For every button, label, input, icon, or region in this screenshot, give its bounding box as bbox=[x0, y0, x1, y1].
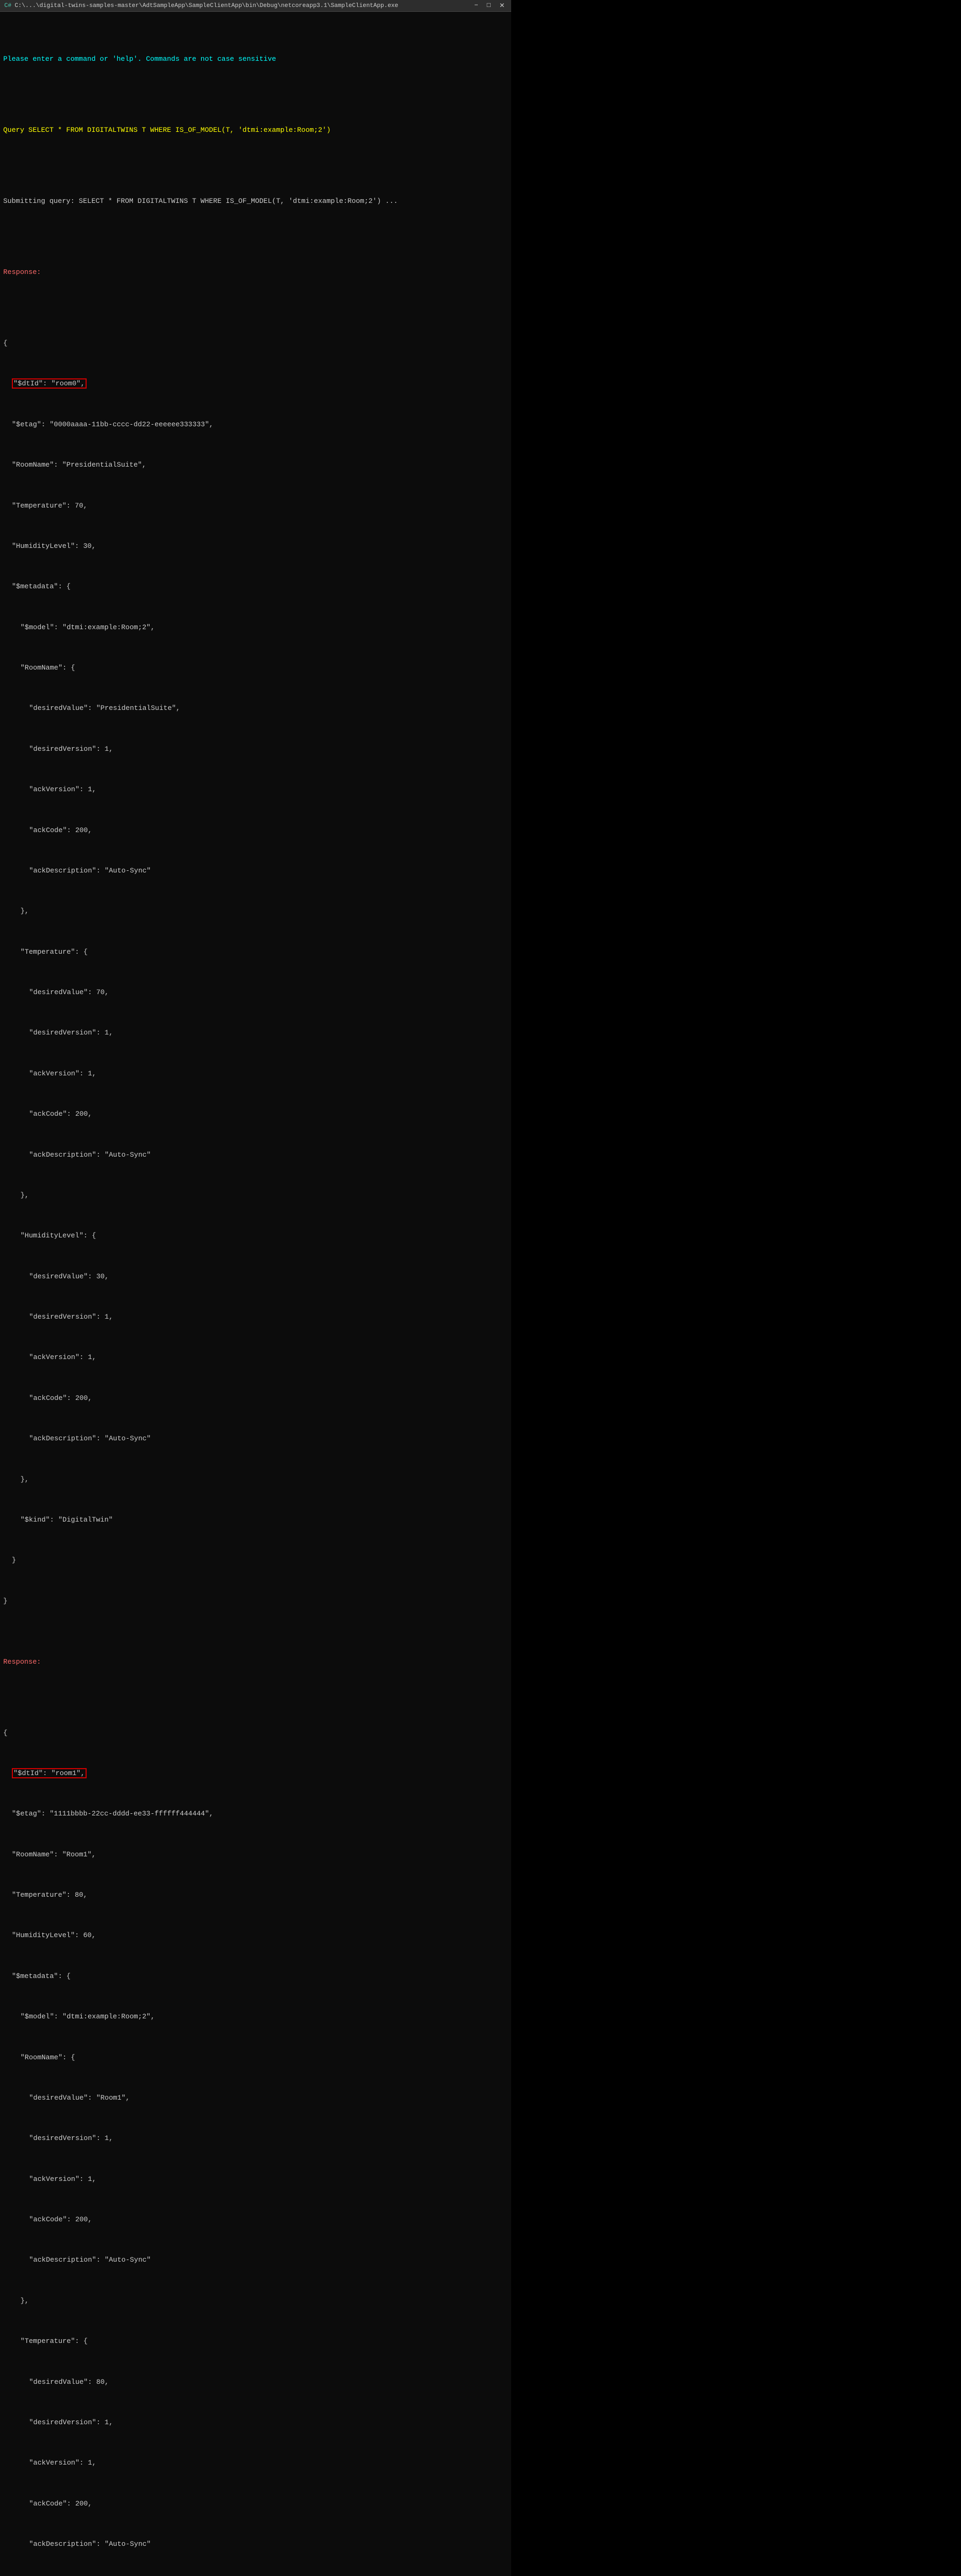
response-label-2: Response: bbox=[3, 1657, 508, 1667]
room1-dtid: "$dtId": "room1", bbox=[12, 1769, 508, 1779]
room0-humidity-meta-open: "HumidityLevel": { bbox=[20, 1231, 508, 1241]
room0-close-brace: } bbox=[3, 1596, 508, 1607]
room0-etag: "$etag": "0000aaaa-11bb-cccc-dd22-eeeeee… bbox=[12, 420, 508, 430]
room1-model: "$model": "dtmi:example:Room;2", bbox=[20, 2012, 508, 2022]
room1-desired-version-temp: "desiredVersion": 1, bbox=[29, 2418, 508, 2428]
room0-temperature-close: }, bbox=[20, 1191, 508, 1201]
room0-ack-code-humidity: "ackCode": 200, bbox=[29, 1393, 508, 1404]
title-text: C:\...\digital-twins-samples-master\AdtS… bbox=[15, 3, 398, 9]
room0-metadata-open: "$metadata": { bbox=[12, 582, 508, 592]
room0-metadata-close: } bbox=[12, 1556, 508, 1566]
room0-desired-value-temp: "desiredValue": 70, bbox=[29, 988, 508, 998]
room0-roomname-top: "RoomName": "PresidentialSuite", bbox=[12, 460, 508, 470]
help-prompt-top: Please enter a command or 'help'. Comman… bbox=[3, 54, 508, 65]
room1-temperature-meta-open: "Temperature": { bbox=[20, 2336, 508, 2347]
room1-dtid-highlight: "$dtId": "room1", bbox=[12, 1768, 87, 1778]
room1-temperature-top: "Temperature": 80, bbox=[12, 1890, 508, 1901]
room1-desired-version-roomname: "desiredVersion": 1, bbox=[29, 2134, 508, 2144]
room0-ack-desc-roomname: "ackDescription": "Auto-Sync" bbox=[29, 866, 508, 876]
room0-desired-version-humidity: "desiredVersion": 1, bbox=[29, 1312, 508, 1322]
room0-kind: "$kind": "DigitalTwin" bbox=[20, 1515, 508, 1525]
room1-desired-value-temp: "desiredValue": 80, bbox=[29, 2377, 508, 2388]
minimize-button[interactable]: − bbox=[472, 2, 480, 10]
room1-roomname-meta-open: "RoomName": { bbox=[20, 2053, 508, 2063]
room0-model: "$model": "dtmi:example:Room;2", bbox=[20, 623, 508, 633]
room1-metadata-open: "$metadata": { bbox=[12, 1972, 508, 1982]
room0-humidity-top: "HumidityLevel": 30, bbox=[12, 541, 508, 552]
room1-ack-desc-temp: "ackDescription": "Auto-Sync" bbox=[29, 2539, 508, 2550]
room1-roomname-top: "RoomName": "Room1", bbox=[12, 1850, 508, 1860]
window-titlebar: C# C:\...\digital-twins-samples-master\A… bbox=[0, 0, 511, 12]
room0-desired-version-temp: "desiredVersion": 1, bbox=[29, 1028, 508, 1038]
room0-desired-version-roomname: "desiredVersion": 1, bbox=[29, 744, 508, 755]
room1-roomname-close: }, bbox=[20, 2296, 508, 2306]
room0-ack-version-temp: "ackVersion": 1, bbox=[29, 1069, 508, 1079]
room0-temperature-top: "Temperature": 70, bbox=[12, 501, 508, 511]
room1-desired-value-roomname: "desiredValue": "Room1", bbox=[29, 2093, 508, 2103]
room0-ack-version-roomname: "ackVersion": 1, bbox=[29, 785, 508, 795]
room1-ack-desc-roomname: "ackDescription": "Auto-Sync" bbox=[29, 2255, 508, 2265]
room0-ack-desc-temp: "ackDescription": "Auto-Sync" bbox=[29, 1150, 508, 1160]
close-button[interactable]: ✕ bbox=[497, 2, 507, 10]
room0-ack-version-humidity: "ackVersion": 1, bbox=[29, 1353, 508, 1363]
room0-temperature-meta-open: "Temperature": { bbox=[20, 947, 508, 958]
room0-open-brace: { bbox=[3, 339, 508, 349]
room0-dtid: "$dtId": "room0", bbox=[12, 379, 508, 389]
room0-desired-value-humidity: "desiredValue": 30, bbox=[29, 1272, 508, 1282]
room0-ack-code-roomname: "ackCode": 200, bbox=[29, 826, 508, 836]
room1-ack-version-roomname: "ackVersion": 1, bbox=[29, 2174, 508, 2185]
room0-roomname-meta-open: "RoomName": { bbox=[20, 663, 508, 673]
submitting-line: Submitting query: SELECT * FROM DIGITALT… bbox=[3, 196, 508, 207]
room1-ack-code-temp: "ackCode": 200, bbox=[29, 2499, 508, 2509]
response-label-1: Response: bbox=[3, 268, 508, 278]
cmd-icon: C# bbox=[4, 3, 11, 9]
room1-ack-code-roomname: "ackCode": 200, bbox=[29, 2215, 508, 2225]
room0-ack-code-temp: "ackCode": 200, bbox=[29, 1109, 508, 1120]
terminal-output: Please enter a command or 'help'. Comman… bbox=[0, 12, 511, 2576]
room1-etag: "$etag": "1111bbbb-22cc-dddd-ee33-ffffff… bbox=[12, 1809, 508, 1819]
room1-ack-version-temp: "ackVersion": 1, bbox=[29, 2458, 508, 2468]
room0-roomname-close: }, bbox=[20, 906, 508, 917]
window-controls[interactable]: − □ ✕ bbox=[472, 2, 507, 10]
maximize-button[interactable]: □ bbox=[485, 2, 493, 10]
room0-desired-value-roomname: "desiredValue": "PresidentialSuite", bbox=[29, 703, 508, 714]
room1-humidity-top: "HumidityLevel": 60, bbox=[12, 1931, 508, 1941]
room0-dtid-highlight: "$dtId": "room0", bbox=[12, 378, 87, 389]
room0-humidity-close: }, bbox=[20, 1475, 508, 1485]
room1-open-brace: { bbox=[3, 1728, 508, 1739]
query-command: Query SELECT * FROM DIGITALTWINS T WHERE… bbox=[3, 125, 508, 136]
room0-ack-desc-humidity: "ackDescription": "Auto-Sync" bbox=[29, 1434, 508, 1444]
window-title: C# C:\...\digital-twins-samples-master\A… bbox=[4, 3, 398, 9]
